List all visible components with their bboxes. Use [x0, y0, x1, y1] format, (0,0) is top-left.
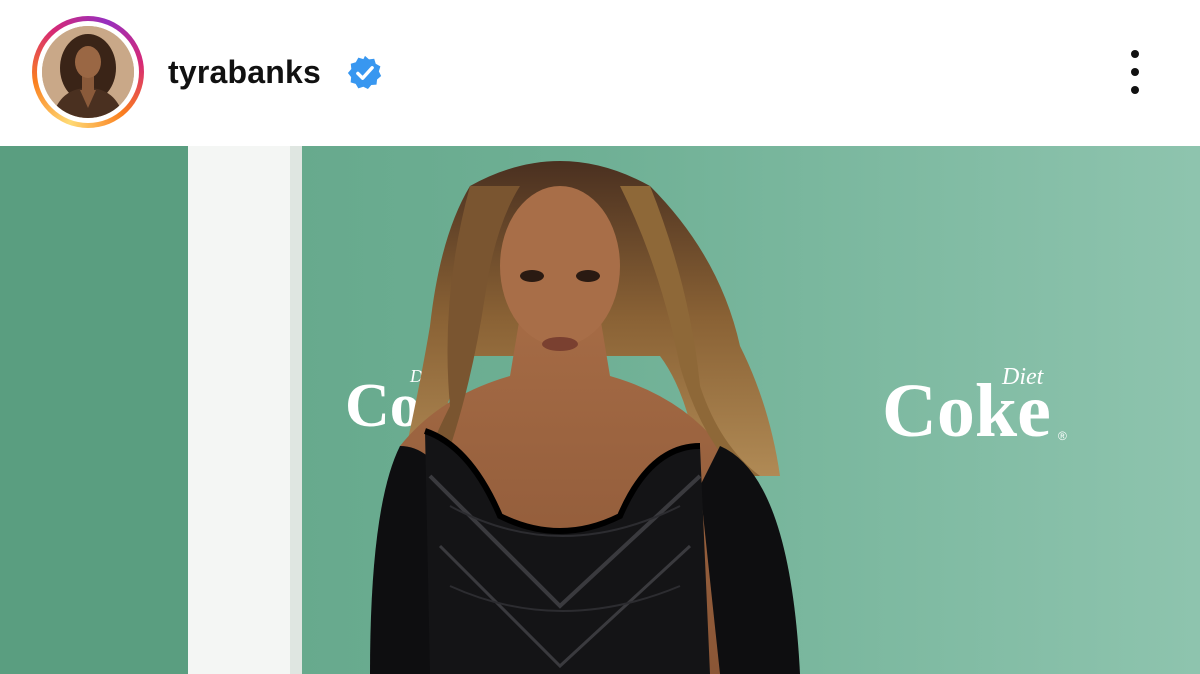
instagram-post: tyrabanks Co Coke Diet ®: [0, 0, 1200, 674]
story-ring[interactable]: [32, 16, 144, 128]
more-options-button[interactable]: [1112, 40, 1158, 104]
post-header: tyrabanks: [0, 0, 1200, 146]
avatar[interactable]: [42, 26, 134, 118]
more-vertical-icon: [1131, 86, 1139, 94]
avatar-image: [42, 26, 134, 118]
username[interactable]: tyrabanks: [168, 52, 321, 92]
photo-illustration: Co Diet Coke Diet ®: [0, 146, 1200, 674]
more-vertical-icon: [1131, 68, 1139, 76]
avatar-border: [37, 21, 139, 123]
post-photo[interactable]: Co Diet Coke Diet ®: [0, 146, 1200, 674]
verified-badge-icon: [347, 55, 382, 90]
registered-mark: ®: [1058, 429, 1067, 443]
more-vertical-icon: [1131, 50, 1139, 58]
backdrop-logo-right-small: Diet: [1001, 364, 1045, 390]
